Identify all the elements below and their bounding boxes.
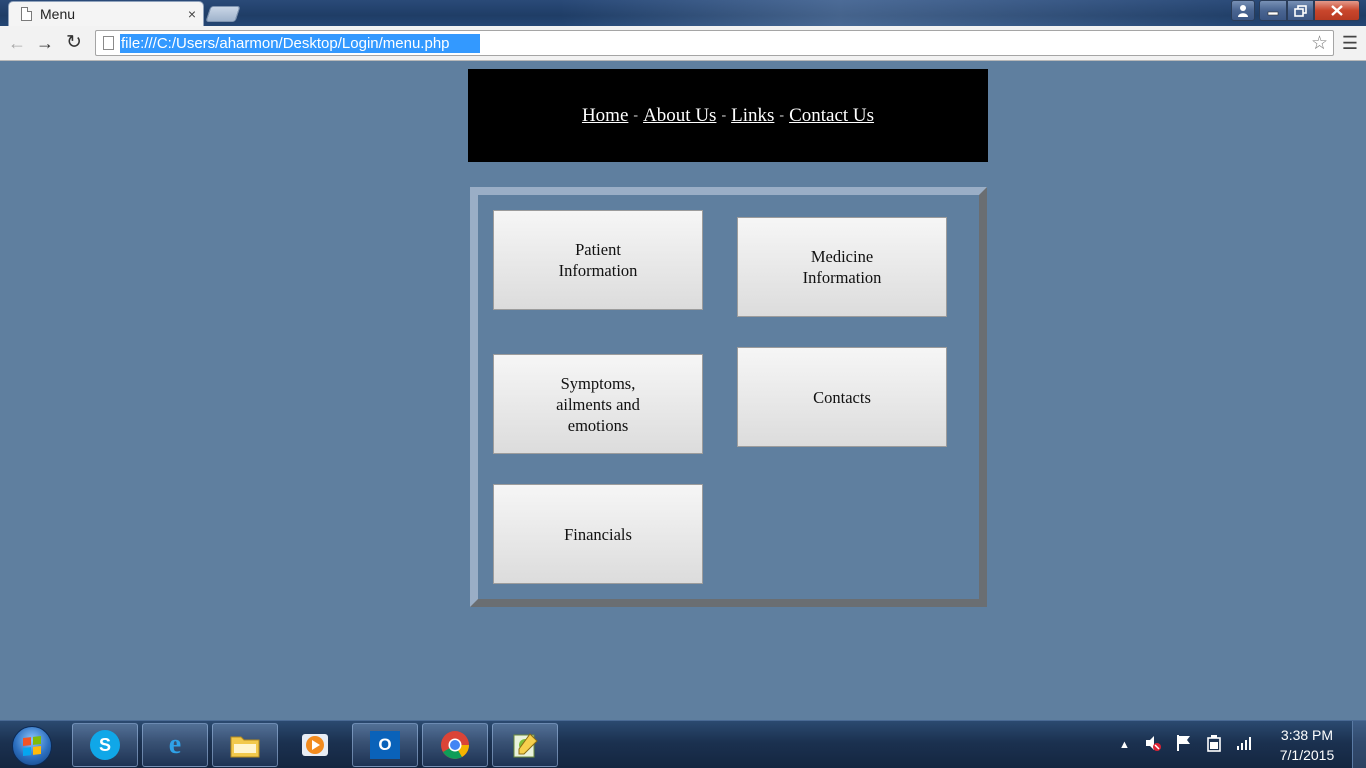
action-center-flag-icon[interactable] bbox=[1176, 734, 1192, 756]
title-bar-glow bbox=[560, 0, 1260, 26]
taskbar-media-player[interactable] bbox=[282, 723, 348, 767]
folder-icon bbox=[229, 729, 261, 761]
clock-date: 7/1/2015 bbox=[1279, 747, 1335, 763]
network-signal-icon[interactable] bbox=[1236, 736, 1252, 754]
reload-icon[interactable]: ↻ bbox=[63, 32, 85, 54]
skype-icon: S bbox=[90, 730, 120, 760]
media-player-icon bbox=[299, 729, 331, 761]
taskbar-clock[interactable]: 3:38 PM 7/1/2015 bbox=[1262, 725, 1352, 765]
browser-toolbar: ← → ↻ ☆ ☰ bbox=[0, 26, 1366, 61]
medicine-information-button[interactable]: Medicine Information bbox=[737, 217, 947, 317]
minimize-icon bbox=[1267, 11, 1279, 15]
windows-taskbar: S e O ▲ 3:38 PM 7/1/2015 bbox=[0, 720, 1366, 768]
nav-link-contact-us[interactable]: Contact Us bbox=[789, 105, 874, 127]
taskbar-notepad-plus[interactable] bbox=[492, 723, 558, 767]
menu-panel: Patient Information Medicine Information… bbox=[470, 187, 987, 607]
financials-button[interactable]: Financials bbox=[493, 484, 703, 584]
taskbar-internet-explorer[interactable]: e bbox=[142, 723, 208, 767]
tab-close-button[interactable]: × bbox=[181, 6, 203, 22]
symptoms-button[interactable]: Symptoms, ailments and emotions bbox=[493, 354, 703, 454]
forward-arrow-icon[interactable]: → bbox=[34, 32, 56, 54]
restore-button[interactable] bbox=[1287, 0, 1314, 21]
nav-separator: - bbox=[721, 107, 727, 123]
restore-icon bbox=[1294, 4, 1307, 17]
patient-information-button[interactable]: Patient Information bbox=[493, 210, 703, 310]
taskbar-skype[interactable]: S bbox=[72, 723, 138, 767]
profile-button[interactable] bbox=[1231, 0, 1255, 21]
new-tab-button[interactable] bbox=[205, 6, 241, 22]
page-icon bbox=[21, 7, 32, 21]
contacts-button[interactable]: Contacts bbox=[737, 347, 947, 447]
nav-link-home[interactable]: Home bbox=[582, 105, 628, 127]
back-arrow-icon[interactable]: ← bbox=[6, 32, 28, 54]
chrome-menu-icon[interactable]: ☰ bbox=[1342, 33, 1358, 54]
taskbar-file-explorer[interactable] bbox=[212, 723, 278, 767]
show-desktop-button[interactable] bbox=[1352, 721, 1366, 768]
taskbar-outlook[interactable]: O bbox=[352, 723, 418, 767]
notepad-icon bbox=[509, 729, 541, 761]
tab-title: Menu bbox=[40, 6, 76, 22]
tab-menu[interactable]: Menu × bbox=[8, 1, 204, 26]
person-icon bbox=[1238, 5, 1248, 17]
address-bar[interactable]: ☆ bbox=[95, 30, 1334, 56]
url-input[interactable] bbox=[120, 34, 480, 53]
nav-separator: - bbox=[779, 107, 785, 123]
bookmark-star-icon[interactable]: ☆ bbox=[1311, 32, 1328, 55]
volume-muted-icon[interactable] bbox=[1144, 734, 1162, 756]
window-controls bbox=[1231, 0, 1360, 22]
close-window-button[interactable] bbox=[1314, 0, 1360, 21]
nav-link-links[interactable]: Links bbox=[731, 105, 774, 127]
power-icon[interactable] bbox=[1206, 734, 1222, 756]
file-icon bbox=[103, 36, 114, 50]
chrome-icon bbox=[439, 729, 471, 761]
windows-logo-icon bbox=[23, 736, 41, 756]
browser-title-bar: Menu × bbox=[0, 0, 1366, 26]
nav-link-about-us[interactable]: About Us bbox=[643, 105, 716, 127]
internet-explorer-icon: e bbox=[168, 729, 182, 760]
clock-time: 3:38 PM bbox=[1280, 727, 1334, 743]
outlook-icon: O bbox=[370, 731, 400, 759]
close-icon bbox=[1331, 5, 1343, 16]
start-button[interactable] bbox=[12, 726, 52, 766]
site-header: Home - About Us - Links - Contact Us bbox=[468, 69, 988, 162]
minimize-button[interactable] bbox=[1259, 0, 1287, 21]
nav-separator: - bbox=[633, 107, 639, 123]
taskbar-chrome[interactable] bbox=[422, 723, 488, 767]
show-hidden-icons-icon[interactable]: ▲ bbox=[1119, 739, 1130, 751]
system-tray: ▲ bbox=[1112, 721, 1259, 768]
